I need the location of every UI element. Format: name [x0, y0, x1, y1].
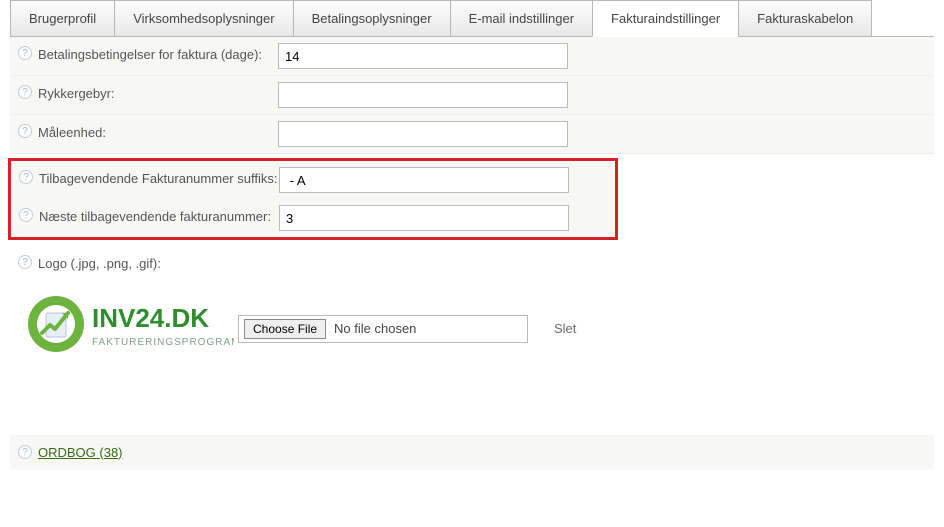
label-recurring-next: Næste tilbagevendende fakturanummer: — [39, 208, 271, 226]
settings-panel: ? Betalingsbetingelser for faktura (dage… — [10, 36, 934, 470]
row-dictionary: ? ORDBOG (38) — [10, 435, 934, 470]
label-logo: Logo (.jpg, .png, .gif): — [38, 255, 161, 273]
choose-file-button[interactable]: Choose File — [244, 319, 326, 339]
label-reminder-fee: Rykkergebyr: — [38, 85, 115, 103]
input-recurring-suffix[interactable] — [279, 167, 569, 193]
row-recurring-next: ? Næste tilbagevendende fakturanummer: — [11, 199, 615, 237]
tab-fakturaskabelon[interactable]: Fakturaskabelon — [738, 0, 872, 37]
logo-preview: INV24.DK FAKTURERINGSPROGRAM — [18, 289, 238, 369]
row-payment-terms: ? Betalingsbetingelser for faktura (dage… — [10, 37, 934, 76]
input-unit[interactable] — [278, 121, 568, 147]
file-status: No file chosen — [334, 321, 416, 336]
highlight-recurring: ? Tilbagevendende Fakturanummer suffiks:… — [8, 158, 618, 240]
help-icon[interactable]: ? — [18, 445, 32, 459]
brand-tagline: FAKTURERINGSPROGRAM — [92, 337, 234, 348]
dictionary-link[interactable]: ORDBOG (38) — [38, 445, 123, 460]
tabs-bar: Brugerprofil Virksomhedsoplysninger Beta… — [0, 0, 944, 37]
brand-name: INV24.DK — [92, 303, 209, 333]
help-icon[interactable]: ? — [18, 255, 32, 269]
file-input-wrap: Choose File No file chosen — [238, 315, 528, 343]
row-logo-label: ? Logo (.jpg, .png, .gif): — [10, 246, 934, 279]
help-icon[interactable]: ? — [18, 85, 32, 99]
label-unit: Måleenhed: — [38, 124, 106, 142]
tab-fakturaindstillinger[interactable]: Fakturaindstillinger — [592, 0, 739, 37]
delete-logo-link[interactable]: Slet — [554, 321, 576, 336]
row-reminder-fee: ? Rykkergebyr: — [10, 76, 934, 115]
input-reminder-fee[interactable] — [278, 82, 568, 108]
row-unit: ? Måleenhed: — [10, 115, 934, 154]
help-icon[interactable]: ? — [19, 208, 33, 222]
tab-virksomhedsoplysninger[interactable]: Virksomhedsoplysninger — [114, 0, 293, 37]
tab-betalingsoplysninger[interactable]: Betalingsoplysninger — [293, 0, 451, 37]
input-recurring-next[interactable] — [279, 205, 569, 231]
input-payment-terms[interactable] — [278, 43, 568, 69]
help-icon[interactable]: ? — [19, 170, 33, 184]
label-recurring-suffix: Tilbagevendende Fakturanummer suffiks: — [39, 170, 277, 188]
row-logo: INV24.DK FAKTURERINGSPROGRAM Choose File… — [10, 279, 934, 375]
help-icon[interactable]: ? — [18, 124, 32, 138]
brand-logo-icon: INV24.DK FAKTURERINGSPROGRAM — [24, 289, 234, 359]
tab-brugerprofil[interactable]: Brugerprofil — [10, 0, 115, 37]
row-recurring-suffix: ? Tilbagevendende Fakturanummer suffiks: — [11, 161, 615, 199]
tab-email-indstillinger[interactable]: E-mail indstillinger — [450, 0, 593, 37]
help-icon[interactable]: ? — [18, 46, 32, 60]
label-payment-terms: Betalingsbetingelser for faktura (dage): — [38, 46, 262, 64]
